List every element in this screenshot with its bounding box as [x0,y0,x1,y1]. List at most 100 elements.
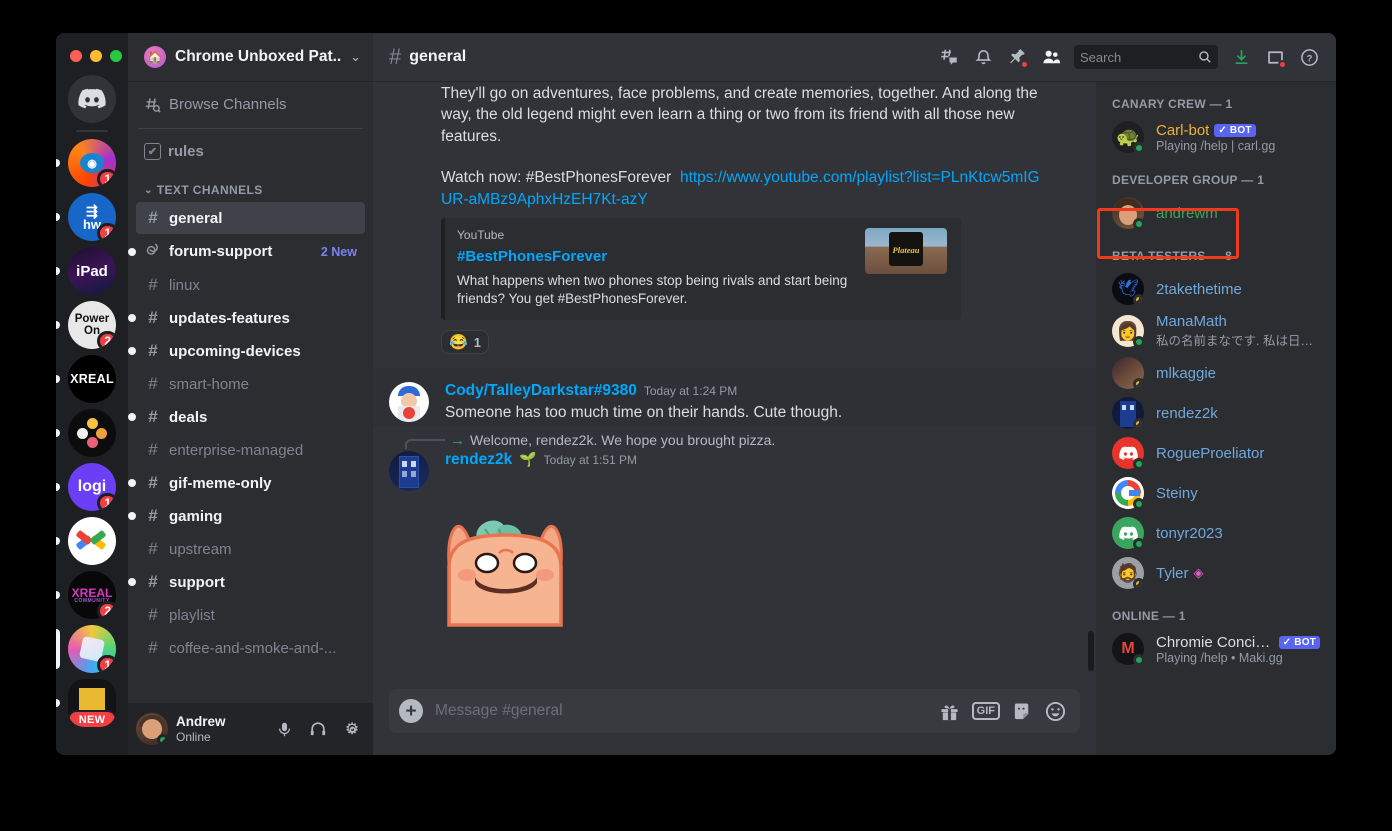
rail-divider [76,130,108,132]
server-xreal-community[interactable]: XREAL COMMUNITY 2 [56,568,128,622]
bell-icon[interactable] [968,42,998,72]
server-dots[interactable] [56,406,128,460]
member-row-2takethetime[interactable]: 🕊 2takethetime [1104,269,1328,309]
avatar[interactable]: 🐢 [1112,121,1145,154]
server-ipad[interactable]: iPad [56,244,128,298]
embed-title[interactable]: #BestPhonesForever [457,248,851,265]
member-name: Carl-bot [1156,121,1210,139]
channel-rules[interactable]: ✔ rules [136,137,365,166]
avatar[interactable] [1112,357,1145,390]
avatar[interactable]: 👩 [1112,315,1145,348]
pin-icon[interactable] [1002,42,1032,72]
search-input[interactable] [1080,49,1198,65]
avatar[interactable] [1112,197,1145,230]
gear-icon[interactable]: ⚙ [339,716,365,742]
member-row-rogueproeliator[interactable]: RogueProeliator [1104,433,1328,473]
sidebar-channel-smart-home[interactable]: # smart-home [136,368,365,400]
sticker-attachment[interactable] [373,493,1096,640]
close-button[interactable] [70,50,82,62]
message-scroll[interactable]: They'll go on adventures, face problems,… [373,81,1096,689]
server-badge: 1 [97,493,116,511]
member-row-carlbot[interactable]: 🐢 Carl-bot ✓ BOT Playing /help | carl.gg [1104,117,1328,157]
server-xreal[interactable]: XREAL [56,352,128,406]
sidebar-channel-general[interactable]: # general [136,202,365,234]
sidebar-channel-enterprise-managed[interactable]: # enterprise-managed [136,434,365,466]
member-row-manamath[interactable]: 👩 ManaMath 私の名前まなです. 私は日本... [1104,309,1328,353]
member-name: RogueProeliator [1156,444,1265,462]
message-author[interactable]: rendez2k [445,451,512,469]
sidebar-channel-gaming[interactable]: # gaming [128,500,365,532]
avatar[interactable] [389,382,429,423]
avatar[interactable] [1112,517,1145,550]
server-new[interactable]: NEW [56,676,128,730]
sidebar-channel-deals[interactable]: # deals [128,401,365,433]
member-row-chromieconcie[interactable]: M Chromie Concie... ✓ BOT Playing /help • M… [1104,629,1328,669]
server-badge: 1 [97,655,116,673]
microphone-icon[interactable] [271,716,297,742]
joy-emoji-icon: 😂 [449,334,468,352]
server-header[interactable]: 🏠 Chrome Unboxed Pat... ⌄ [128,33,373,81]
avatar[interactable]: M [1112,633,1145,666]
sidebar-channel-gif-meme-only[interactable]: # gif-meme-only [128,467,365,499]
search-box[interactable] [1074,45,1218,69]
minimize-button[interactable] [90,50,102,62]
home-button[interactable] [56,72,128,126]
category-text-channels[interactable]: ⌄ TEXT CHANNELS [136,167,365,201]
message-scrollbar[interactable] [1088,631,1094,671]
download-icon[interactable] [1226,42,1256,72]
member-activity: 私の名前まなです. 私は日本... [1156,334,1320,348]
inbox-icon[interactable] [1260,42,1290,72]
hash-icon: # [148,638,158,657]
sidebar-channel-support[interactable]: # support [128,566,365,598]
server-google-dev[interactable] [56,514,128,568]
maximize-button[interactable] [110,50,122,62]
channel-name: upstream [169,540,232,558]
member-row-andrewm[interactable]: andrewm [1104,193,1328,233]
sidebar-channel-forum-support[interactable]: forum-support 2 New [128,235,365,268]
browse-channels-button[interactable]: Browse Channels [136,89,365,120]
avatar[interactable] [1112,477,1145,510]
member-row-steiny[interactable]: Steiny [1104,473,1328,513]
sticker-icon[interactable] [1012,701,1033,722]
sidebar-channel-upstream[interactable]: # upstream [136,533,365,565]
server-chrome-unboxed[interactable]: 1 [56,622,128,676]
sidebar-channel-coffee-and-smoke-and-[interactable]: # coffee-and-smoke-and-... [136,632,365,664]
server-badge: 2 [97,601,116,619]
server-hw[interactable]: ⇶ hw 1 [56,190,128,244]
help-icon[interactable]: ? [1294,42,1324,72]
server-logi[interactable]: logi 1 [56,460,128,514]
gift-icon[interactable] [939,701,960,722]
message-reaction[interactable]: 😂 1 [441,330,489,355]
member-row-tonyr2023[interactable]: tonyr2023 [1104,513,1328,553]
members-icon[interactable] [1036,42,1066,72]
headphones-icon[interactable] [305,716,331,742]
avatar[interactable] [1112,397,1145,430]
youtube-embed[interactable]: YouTube #BestPhonesForever What happens … [441,217,961,321]
threads-icon[interactable] [934,42,964,72]
sidebar-channel-linux[interactable]: # linux [136,269,365,301]
embed-thumbnail[interactable]: Plateau [865,227,947,274]
avatar[interactable] [136,713,168,745]
avatar[interactable] [389,450,429,491]
avatar[interactable] [1112,437,1145,470]
sidebar-channel-playlist[interactable]: # playlist [136,599,365,631]
add-attachment-icon[interactable]: + [399,699,423,723]
gif-icon[interactable]: GIF [971,701,1000,721]
server-power-on[interactable]: Power On 2 [56,298,128,352]
channel-name: gif-meme-only [169,474,272,492]
member-list[interactable]: CANARY CREW — 1 🐢 Carl-bot ✓ BOT Playing /he… [1096,81,1336,755]
message-watch-line: Watch now: #BestPhonesForever https://ww… [373,147,1096,210]
chevron-down-icon[interactable]: ⌄ [350,49,361,65]
server-reddit[interactable]: ◉ 1 [56,136,128,190]
avatar[interactable]: 🕊 [1112,273,1145,306]
member-row-mlkaggie[interactable]: mlkaggie [1104,353,1328,393]
hash-icon: # [148,440,158,459]
message-input[interactable] [435,691,927,731]
emoji-icon[interactable] [1045,701,1066,722]
member-row-tyler[interactable]: 🧔 Tyler ◈ [1104,553,1328,593]
sidebar-channel-updates-features[interactable]: # updates-features [128,302,365,334]
member-row-rendez2k[interactable]: rendez2k [1104,393,1328,433]
avatar[interactable]: 🧔 [1112,557,1145,590]
message-author[interactable]: Cody/TalleyDarkstar#9380 [445,382,637,400]
sidebar-channel-upcoming-devices[interactable]: # upcoming-devices [128,335,365,367]
